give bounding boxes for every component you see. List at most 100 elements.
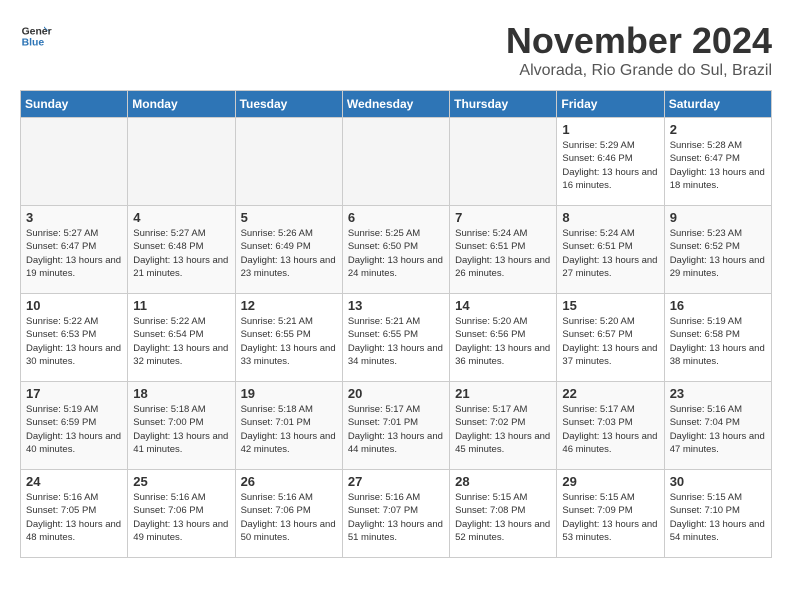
day-info: Sunrise: 5:27 AM Sunset: 6:47 PM Dayligh…: [26, 227, 122, 280]
day-number: 10: [26, 298, 122, 313]
calendar-day-cell: 19 Sunrise: 5:18 AM Sunset: 7:01 PM Dayli…: [235, 382, 342, 470]
day-number: 5: [241, 210, 337, 225]
calendar-week-row: 24 Sunrise: 5:16 AM Sunset: 7:05 PM Dayli…: [21, 470, 772, 558]
day-number: 6: [348, 210, 444, 225]
day-info: Sunrise: 5:16 AM Sunset: 7:06 PM Dayligh…: [133, 491, 229, 544]
calendar-day-cell: 16 Sunrise: 5:19 AM Sunset: 6:58 PM Dayli…: [664, 294, 771, 382]
calendar-day-cell: 21 Sunrise: 5:17 AM Sunset: 7:02 PM Dayli…: [450, 382, 557, 470]
weekday-header: Monday: [128, 91, 235, 118]
calendar-day-cell: 28 Sunrise: 5:15 AM Sunset: 7:08 PM Dayli…: [450, 470, 557, 558]
calendar-header-row: SundayMondayTuesdayWednesdayThursdayFrid…: [21, 91, 772, 118]
day-info: Sunrise: 5:18 AM Sunset: 7:00 PM Dayligh…: [133, 403, 229, 456]
calendar-day-cell: 5Sunrise: 5:26 AM Sunset: 6:49 PM Daylig…: [235, 206, 342, 294]
calendar-body: 1 Sunrise: 5:29 AM Sunset: 6:46 PM Daylig…: [21, 118, 772, 558]
day-number: 21: [455, 386, 551, 401]
calendar-day-cell: 25Sunrise: 5:16 AM Sunset: 7:06 PM Dayli…: [128, 470, 235, 558]
day-number: 24: [26, 474, 122, 489]
day-info: Sunrise: 5:28 AM Sunset: 6:47 PM Dayligh…: [670, 139, 766, 192]
day-info: Sunrise: 5:18 AM Sunset: 7:01 PM Dayligh…: [241, 403, 337, 456]
day-info: Sunrise: 5:24 AM Sunset: 6:51 PM Dayligh…: [562, 227, 658, 280]
calendar-day-cell: [128, 118, 235, 206]
day-number: 19: [241, 386, 337, 401]
calendar-day-cell: 27 Sunrise: 5:16 AM Sunset: 7:07 PM Dayli…: [342, 470, 449, 558]
calendar-day-cell: [21, 118, 128, 206]
calendar-week-row: 10Sunrise: 5:22 AM Sunset: 6:53 PM Dayli…: [21, 294, 772, 382]
day-number: 29: [562, 474, 658, 489]
title-section: November 2024 Alvorada, Rio Grande do Su…: [506, 20, 772, 80]
day-number: 12: [241, 298, 337, 313]
day-number: 7: [455, 210, 551, 225]
weekday-header: Sunday: [21, 91, 128, 118]
day-number: 18: [133, 386, 229, 401]
logo-icon: General Blue: [20, 20, 52, 52]
calendar-week-row: 17Sunrise: 5:19 AM Sunset: 6:59 PM Dayli…: [21, 382, 772, 470]
calendar-day-cell: 2 Sunrise: 5:28 AM Sunset: 6:47 PM Daylig…: [664, 118, 771, 206]
calendar-day-cell: 29Sunrise: 5:15 AM Sunset: 7:09 PM Dayli…: [557, 470, 664, 558]
calendar-day-cell: 23Sunrise: 5:16 AM Sunset: 7:04 PM Dayli…: [664, 382, 771, 470]
weekday-header: Saturday: [664, 91, 771, 118]
day-number: 4: [133, 210, 229, 225]
day-info: Sunrise: 5:16 AM Sunset: 7:06 PM Dayligh…: [241, 491, 337, 544]
day-number: 27: [348, 474, 444, 489]
weekday-header: Wednesday: [342, 91, 449, 118]
day-info: Sunrise: 5:24 AM Sunset: 6:51 PM Dayligh…: [455, 227, 551, 280]
day-number: 13: [348, 298, 444, 313]
day-info: Sunrise: 5:17 AM Sunset: 7:01 PM Dayligh…: [348, 403, 444, 456]
svg-text:General: General: [22, 26, 52, 37]
day-info: Sunrise: 5:23 AM Sunset: 6:52 PM Dayligh…: [670, 227, 766, 280]
day-number: 3: [26, 210, 122, 225]
calendar-day-cell: 3 Sunrise: 5:27 AM Sunset: 6:47 PM Daylig…: [21, 206, 128, 294]
day-number: 9: [670, 210, 766, 225]
day-number: 14: [455, 298, 551, 313]
day-number: 8: [562, 210, 658, 225]
calendar-day-cell: 13 Sunrise: 5:21 AM Sunset: 6:55 PM Dayli…: [342, 294, 449, 382]
calendar-day-cell: 11 Sunrise: 5:22 AM Sunset: 6:54 PM Dayli…: [128, 294, 235, 382]
day-info: Sunrise: 5:21 AM Sunset: 6:55 PM Dayligh…: [348, 315, 444, 368]
day-number: 16: [670, 298, 766, 313]
day-number: 28: [455, 474, 551, 489]
calendar-day-cell: [342, 118, 449, 206]
weekday-header: Friday: [557, 91, 664, 118]
calendar-day-cell: [450, 118, 557, 206]
calendar-day-cell: 1 Sunrise: 5:29 AM Sunset: 6:46 PM Daylig…: [557, 118, 664, 206]
calendar-day-cell: 18 Sunrise: 5:18 AM Sunset: 7:00 PM Dayli…: [128, 382, 235, 470]
calendar-table: SundayMondayTuesdayWednesdayThursdayFrid…: [20, 90, 772, 558]
calendar-day-cell: 30Sunrise: 5:15 AM Sunset: 7:10 PM Dayli…: [664, 470, 771, 558]
calendar-day-cell: 15Sunrise: 5:20 AM Sunset: 6:57 PM Dayli…: [557, 294, 664, 382]
day-info: Sunrise: 5:19 AM Sunset: 6:58 PM Dayligh…: [670, 315, 766, 368]
day-number: 22: [562, 386, 658, 401]
day-info: Sunrise: 5:20 AM Sunset: 6:56 PM Dayligh…: [455, 315, 551, 368]
day-number: 2: [670, 122, 766, 137]
calendar-day-cell: 17Sunrise: 5:19 AM Sunset: 6:59 PM Dayli…: [21, 382, 128, 470]
day-number: 11: [133, 298, 229, 313]
day-number: 26: [241, 474, 337, 489]
day-number: 1: [562, 122, 658, 137]
calendar-day-cell: 22Sunrise: 5:17 AM Sunset: 7:03 PM Dayli…: [557, 382, 664, 470]
day-info: Sunrise: 5:16 AM Sunset: 7:05 PM Dayligh…: [26, 491, 122, 544]
calendar-day-cell: 24 Sunrise: 5:16 AM Sunset: 7:05 PM Dayli…: [21, 470, 128, 558]
day-info: Sunrise: 5:29 AM Sunset: 6:46 PM Dayligh…: [562, 139, 658, 192]
calendar-day-cell: 26 Sunrise: 5:16 AM Sunset: 7:06 PM Dayli…: [235, 470, 342, 558]
day-number: 15: [562, 298, 658, 313]
day-info: Sunrise: 5:22 AM Sunset: 6:54 PM Dayligh…: [133, 315, 229, 368]
day-info: Sunrise: 5:17 AM Sunset: 7:02 PM Dayligh…: [455, 403, 551, 456]
page-header: General Blue November 2024 Alvorada, Rio…: [20, 20, 772, 80]
logo: General Blue: [20, 20, 52, 52]
day-info: Sunrise: 5:16 AM Sunset: 7:04 PM Dayligh…: [670, 403, 766, 456]
svg-text:Blue: Blue: [22, 38, 45, 49]
calendar-day-cell: 20 Sunrise: 5:17 AM Sunset: 7:01 PM Dayli…: [342, 382, 449, 470]
calendar-day-cell: [235, 118, 342, 206]
calendar-day-cell: 12 Sunrise: 5:21 AM Sunset: 6:55 PM Dayli…: [235, 294, 342, 382]
month-title: November 2024: [506, 20, 772, 62]
calendar-day-cell: 10Sunrise: 5:22 AM Sunset: 6:53 PM Dayli…: [21, 294, 128, 382]
location: Alvorada, Rio Grande do Sul, Brazil: [506, 62, 772, 80]
calendar-week-row: 1 Sunrise: 5:29 AM Sunset: 6:46 PM Daylig…: [21, 118, 772, 206]
day-number: 17: [26, 386, 122, 401]
day-info: Sunrise: 5:15 AM Sunset: 7:08 PM Dayligh…: [455, 491, 551, 544]
calendar-week-row: 3 Sunrise: 5:27 AM Sunset: 6:47 PM Daylig…: [21, 206, 772, 294]
day-number: 20: [348, 386, 444, 401]
day-info: Sunrise: 5:25 AM Sunset: 6:50 PM Dayligh…: [348, 227, 444, 280]
day-info: Sunrise: 5:16 AM Sunset: 7:07 PM Dayligh…: [348, 491, 444, 544]
day-number: 30: [670, 474, 766, 489]
day-info: Sunrise: 5:21 AM Sunset: 6:55 PM Dayligh…: [241, 315, 337, 368]
